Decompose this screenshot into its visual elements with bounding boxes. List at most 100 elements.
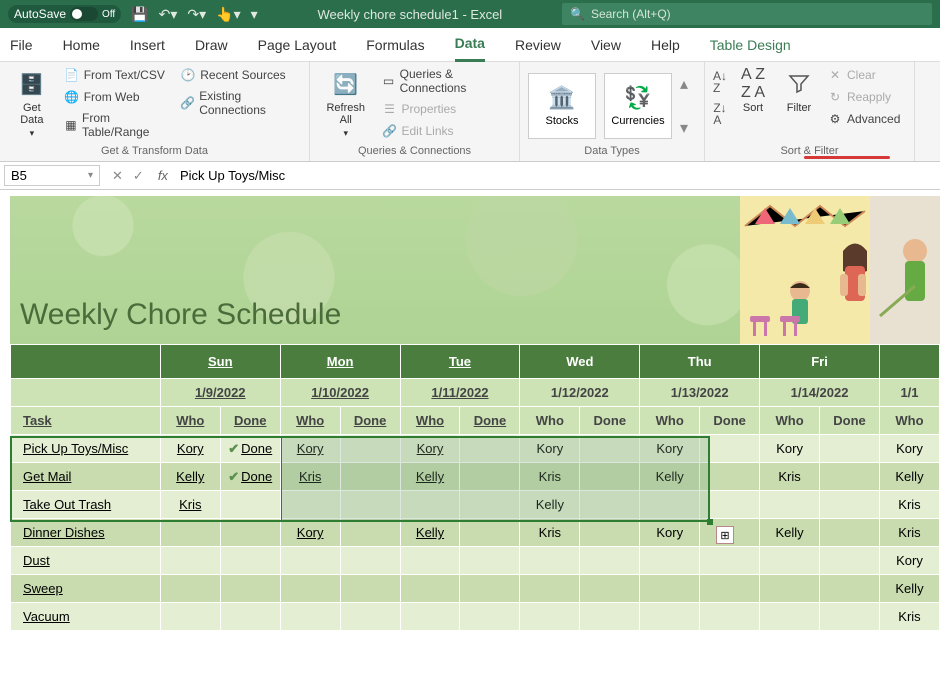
who-cell[interactable]: Kris <box>879 519 939 547</box>
quick-analysis-icon[interactable]: ⊞ <box>716 526 734 544</box>
done-cell[interactable] <box>580 463 640 491</box>
autosave-toggle[interactable] <box>70 7 98 21</box>
col-done-1[interactable]: Done <box>340 407 400 435</box>
refresh-all-button[interactable]: 🔄 Refresh All ▾ <box>318 66 373 141</box>
done-cell[interactable] <box>820 603 880 631</box>
date-6[interactable]: 1/1 <box>879 379 939 407</box>
col-done-5[interactable]: Done <box>820 407 880 435</box>
stocks-button[interactable]: 🏛️Stocks <box>528 73 596 139</box>
who-cell[interactable]: Kelly <box>160 463 220 491</box>
done-cell[interactable] <box>580 603 640 631</box>
who-cell[interactable]: Kris <box>520 519 580 547</box>
done-cell[interactable] <box>820 463 880 491</box>
tab-help[interactable]: Help <box>651 29 680 61</box>
who-cell[interactable]: Kory <box>400 435 460 463</box>
col-who-0[interactable]: Who <box>160 407 220 435</box>
get-data-button[interactable]: 🗄️ Get Data ▾ <box>8 66 56 141</box>
who-cell[interactable] <box>400 575 460 603</box>
tab-draw[interactable]: Draw <box>195 29 228 61</box>
task-cell[interactable]: Take Out Trash <box>11 491 161 519</box>
who-cell[interactable]: Kris <box>520 463 580 491</box>
existing-connections-button[interactable]: 🔗Existing Connections <box>178 88 301 118</box>
day-header-sun[interactable]: Sun <box>160 345 280 379</box>
done-cell[interactable] <box>580 575 640 603</box>
currencies-button[interactable]: 💱Currencies <box>604 73 672 139</box>
done-cell[interactable] <box>340 491 400 519</box>
who-cell[interactable] <box>280 547 340 575</box>
who-cell[interactable]: Kelly <box>879 575 939 603</box>
who-cell[interactable] <box>640 575 700 603</box>
task-cell[interactable]: Get Mail <box>11 463 161 491</box>
who-cell[interactable]: Kory <box>640 519 700 547</box>
advanced-button[interactable]: ⚙Advanced <box>825 110 902 128</box>
col-done-4[interactable]: Done <box>700 407 760 435</box>
who-cell[interactable]: Kelly <box>760 519 820 547</box>
done-cell[interactable] <box>460 547 520 575</box>
day-header-wed[interactable]: Wed <box>520 345 640 379</box>
who-cell[interactable]: Kris <box>280 463 340 491</box>
done-cell[interactable] <box>460 435 520 463</box>
done-cell[interactable] <box>820 547 880 575</box>
redo-icon[interactable]: ↷▾ <box>187 6 206 23</box>
who-cell[interactable]: Kory <box>760 435 820 463</box>
done-cell[interactable] <box>220 603 280 631</box>
chore-table[interactable]: Sun Mon Tue Wed Thu Fri 1/9/2022 1/10/20… <box>10 344 940 631</box>
from-table-range-button[interactable]: ▦From Table/Range <box>62 110 173 140</box>
tab-formulas[interactable]: Formulas <box>366 29 424 61</box>
done-cell[interactable] <box>820 435 880 463</box>
done-cell[interactable] <box>340 547 400 575</box>
name-box[interactable]: B5 ▾ <box>4 165 100 186</box>
tab-page-layout[interactable]: Page Layout <box>258 29 337 61</box>
who-cell[interactable]: Kory <box>280 519 340 547</box>
day-header-fri[interactable]: Fri <box>760 345 880 379</box>
col-done-3[interactable]: Done <box>580 407 640 435</box>
who-cell[interactable] <box>760 547 820 575</box>
chevron-down-icon[interactable]: ▾ <box>88 170 93 181</box>
col-who-1[interactable]: Who <box>280 407 340 435</box>
touch-mode-icon[interactable]: 👆▾ <box>216 6 240 23</box>
who-cell[interactable] <box>400 603 460 631</box>
done-cell[interactable] <box>700 491 760 519</box>
who-cell[interactable]: Kelly <box>520 491 580 519</box>
who-cell[interactable]: Kory <box>280 435 340 463</box>
save-icon[interactable]: 💾 <box>131 6 148 23</box>
who-cell[interactable] <box>160 575 220 603</box>
date-1[interactable]: 1/10/2022 <box>280 379 400 407</box>
tab-view[interactable]: View <box>591 29 621 61</box>
tab-insert[interactable]: Insert <box>130 29 165 61</box>
done-cell[interactable] <box>700 547 760 575</box>
task-cell[interactable]: Dinner Dishes <box>11 519 161 547</box>
who-cell[interactable] <box>520 547 580 575</box>
col-who-6[interactable]: Who <box>879 407 939 435</box>
worksheet-area[interactable]: Weekly Chore Schedule <box>0 190 940 676</box>
done-cell[interactable] <box>220 547 280 575</box>
who-cell[interactable]: Kelly <box>879 463 939 491</box>
done-cell[interactable] <box>580 491 640 519</box>
task-cell[interactable]: Vacuum <box>11 603 161 631</box>
col-who-2[interactable]: Who <box>400 407 460 435</box>
who-cell[interactable]: Kelly <box>400 519 460 547</box>
done-cell[interactable] <box>700 575 760 603</box>
tab-home[interactable]: Home <box>63 29 100 61</box>
day-header-sat[interactable] <box>879 345 939 379</box>
done-cell[interactable] <box>580 435 640 463</box>
who-cell[interactable] <box>400 491 460 519</box>
who-cell[interactable] <box>160 547 220 575</box>
done-cell[interactable] <box>700 603 760 631</box>
done-cell[interactable] <box>220 519 280 547</box>
done-cell[interactable] <box>340 603 400 631</box>
autosave-toggle-container[interactable]: AutoSave Off <box>8 5 121 23</box>
task-cell[interactable]: Sweep <box>11 575 161 603</box>
col-who-3[interactable]: Who <box>520 407 580 435</box>
who-cell[interactable]: Kory <box>640 435 700 463</box>
who-cell[interactable] <box>640 491 700 519</box>
task-cell[interactable]: Dust <box>11 547 161 575</box>
fx-icon[interactable]: fx <box>152 168 174 183</box>
scroll-up-icon[interactable]: ▴ <box>680 74 688 94</box>
date-0[interactable]: 1/9/2022 <box>160 379 280 407</box>
done-cell[interactable] <box>220 575 280 603</box>
search-bar[interactable]: 🔍 Search (Alt+Q) <box>562 3 932 25</box>
day-header-mon[interactable]: Mon <box>280 345 400 379</box>
col-task[interactable]: Task <box>11 407 161 435</box>
tab-table-design[interactable]: Table Design <box>710 29 791 61</box>
